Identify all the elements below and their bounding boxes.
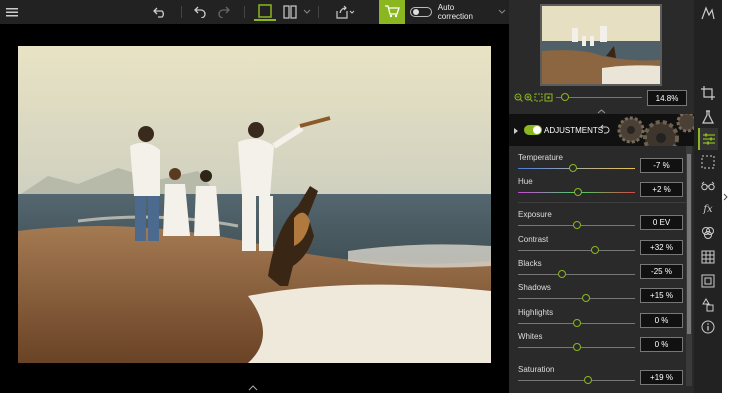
- adjustments-title: ADJUSTMENTS: [544, 126, 604, 135]
- crop-icon[interactable]: [698, 84, 718, 102]
- slider-saturation[interactable]: Saturation +19 %: [509, 365, 694, 389]
- frame-icon[interactable]: [698, 272, 718, 290]
- chevron-right-icon[interactable]: [723, 193, 729, 201]
- chevron-down-icon[interactable]: [302, 3, 312, 21]
- flask-icon[interactable]: [698, 108, 718, 126]
- slider-exposure[interactable]: Exposure 0 EV: [509, 210, 694, 234]
- slider-knob[interactable]: [584, 376, 593, 384]
- chevron-down-icon[interactable]: [498, 9, 506, 15]
- compare-view-icon[interactable]: [280, 3, 300, 21]
- slider-value[interactable]: -25 %: [640, 264, 683, 279]
- glasses-icon[interactable]: [698, 177, 718, 195]
- slider-whites[interactable]: Whites 0 %: [509, 332, 694, 356]
- slider-knob[interactable]: [572, 319, 581, 327]
- color-circles-icon[interactable]: [698, 224, 718, 242]
- slider-temperature[interactable]: Temperature -7 %: [509, 153, 694, 177]
- scrollbar-thumb[interactable]: [687, 154, 691, 334]
- slider-label: Shadows: [518, 283, 551, 292]
- slider-label: Saturation: [518, 365, 555, 374]
- slider-value[interactable]: 0 %: [640, 337, 683, 352]
- adjustments-header[interactable]: ADJUSTMENTS: [509, 114, 694, 146]
- slider-track[interactable]: [518, 250, 635, 251]
- panel-scrollbar[interactable]: [686, 146, 692, 386]
- image-canvas[interactable]: [0, 24, 509, 393]
- slider-label: Temperature: [518, 153, 563, 162]
- export-icon[interactable]: [333, 3, 357, 21]
- zoom-in-icon[interactable]: [524, 93, 533, 104]
- window-edge: [722, 0, 730, 393]
- chevron-up-icon[interactable]: [248, 384, 258, 393]
- slider-knob[interactable]: [568, 164, 577, 172]
- slider-track[interactable]: [518, 298, 635, 299]
- slider-blacks[interactable]: Blacks -25 %: [509, 259, 694, 283]
- info-icon[interactable]: [698, 318, 718, 336]
- auto-correction-toggle[interactable]: Auto correction: [410, 3, 506, 21]
- slider-label: Hue: [518, 177, 533, 186]
- top-toolbar: Auto correction: [0, 0, 509, 24]
- zoom-slider-knob[interactable]: [561, 93, 569, 101]
- slider-knob[interactable]: [572, 343, 581, 351]
- slider-value[interactable]: 0 EV: [640, 215, 683, 230]
- hamburger-icon[interactable]: [4, 3, 20, 21]
- slider-label: Blacks: [518, 259, 542, 268]
- reset-icon[interactable]: [600, 124, 610, 136]
- zoom-controls: 14.8%: [509, 88, 694, 108]
- slider-label: Highlights: [518, 308, 554, 317]
- slider-knob[interactable]: [572, 221, 581, 229]
- histogram-icon[interactable]: [698, 4, 718, 22]
- tool-strip: fx: [694, 0, 722, 393]
- cart-button[interactable]: [379, 0, 405, 24]
- shapes-icon[interactable]: [698, 296, 718, 314]
- undo-history-icon[interactable]: [150, 3, 170, 21]
- slider-knob[interactable]: [581, 294, 590, 302]
- auto-correction-label: Auto correction: [437, 3, 473, 21]
- zoom-value[interactable]: 14.8%: [647, 90, 687, 106]
- slider-highlights[interactable]: Highlights 0 %: [509, 308, 694, 332]
- actual-size-icon[interactable]: [544, 93, 553, 104]
- undo-icon[interactable]: [190, 3, 210, 21]
- slider-track[interactable]: [518, 380, 635, 381]
- slider-hue[interactable]: Hue +2 %: [509, 177, 694, 201]
- slider-value[interactable]: +19 %: [640, 370, 683, 385]
- zoom-out-icon[interactable]: [514, 93, 523, 104]
- slider-value[interactable]: +2 %: [640, 182, 683, 197]
- right-panel: 14.8% ADJUSTMENTS Temperature -7 % Hue +2 %…: [509, 0, 694, 393]
- selection-icon[interactable]: [698, 153, 718, 171]
- slider-value[interactable]: +15 %: [640, 288, 683, 303]
- slider-track[interactable]: [518, 274, 635, 275]
- collapse-arrow-icon[interactable]: [513, 127, 519, 136]
- gears-decoration: [617, 114, 694, 146]
- slider-label: Whites: [518, 332, 543, 341]
- slider-contrast[interactable]: Contrast +32 %: [509, 235, 694, 259]
- single-view-icon[interactable]: [254, 3, 276, 21]
- slider-value[interactable]: 0 %: [640, 313, 683, 328]
- navigator-thumbnail[interactable]: [540, 4, 662, 86]
- slider-knob[interactable]: [591, 246, 600, 254]
- fit-icon[interactable]: [534, 93, 543, 104]
- grid-icon[interactable]: [698, 248, 718, 266]
- slider-value[interactable]: -7 %: [640, 158, 683, 173]
- adjustment-sliders: Temperature -7 % Hue +2 % Exposure 0 EV Contra…: [509, 146, 694, 393]
- adjustments-toggle[interactable]: [524, 125, 542, 135]
- slider-label: Exposure: [518, 210, 552, 219]
- fx-icon[interactable]: fx: [698, 200, 718, 218]
- slider-label: Contrast: [518, 235, 549, 244]
- cart-icon: [384, 4, 400, 20]
- slider-knob[interactable]: [573, 188, 582, 196]
- toggle-switch[interactable]: [410, 7, 432, 17]
- slider-value[interactable]: +32 %: [640, 240, 683, 255]
- sliders-icon[interactable]: [698, 128, 718, 150]
- redo-icon[interactable]: [214, 3, 234, 21]
- slider-knob[interactable]: [558, 270, 567, 278]
- main-photo: [18, 46, 491, 363]
- slider-shadows[interactable]: Shadows +15 %: [509, 283, 694, 307]
